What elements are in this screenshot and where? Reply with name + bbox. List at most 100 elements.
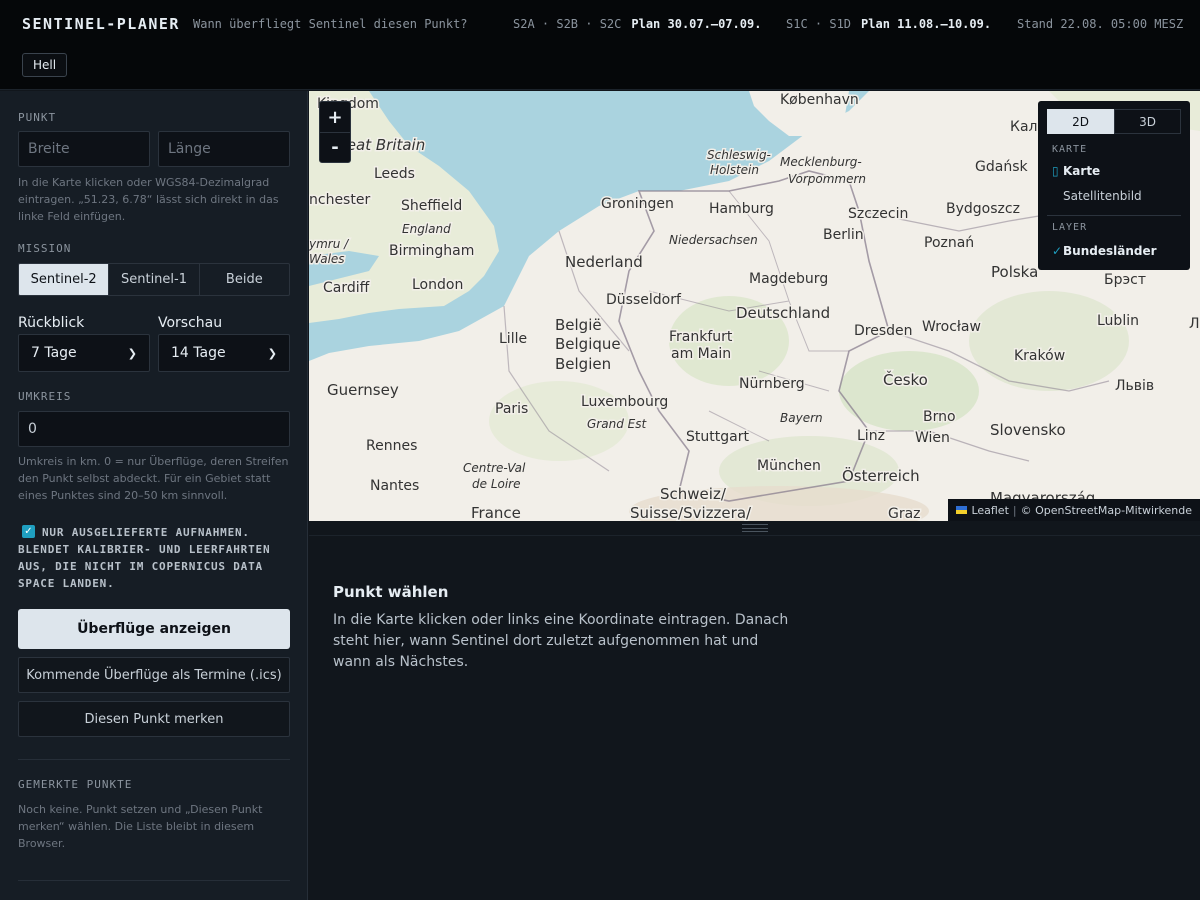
point-section-label: PUNKT [18,111,57,124]
map-label: Hamburg [709,201,774,217]
map-label: Брэст [1104,272,1146,288]
map-label: Львів [1115,378,1154,394]
save-point-button[interactable]: Diesen Punkt merken [18,701,290,737]
map-label: Holstein [710,163,759,177]
zoom-control: + - [319,101,351,163]
chevron-down-icon: ❯ [267,346,277,360]
point-hint: In die Karte klicken oder WGS84-Dezimalg… [18,176,279,223]
map-label: Nürnberg [739,376,805,392]
map-label: Лу [1189,316,1200,332]
chevron-down-icon: ❯ [127,346,137,360]
map-label: Poznań [924,235,974,251]
top-bar: SENTINEL-PLANER Wann überfliegt Sentinel… [0,0,1200,90]
layer-option-states[interactable]: ✓Bundesländer [1052,244,1157,258]
preview-select[interactable]: 14 Tage ❯ [158,334,290,372]
app-title: SENTINEL-PLANER [22,15,180,33]
map-label: München [757,458,821,474]
saved-points-hint: Noch keine. Punkt setzen und „Diesen Pun… [18,803,263,850]
map-label: Vorpommern [788,172,866,186]
basemap-option-label: Karte [1063,164,1101,178]
map-label: Bydgoszcz [946,201,1020,217]
view-2d-tab[interactable]: 2D [1047,109,1114,134]
map-label: Guernsey [327,381,399,399]
checkmark-icon: ✓ [1052,244,1063,258]
radius-input[interactable] [18,411,290,447]
latitude-input[interactable] [18,131,150,167]
mission-sentinel2-option[interactable]: Sentinel-2 [19,264,110,295]
map-label: Česko [883,370,928,389]
sentinel1-satellites: S1C · S1D [786,17,852,31]
map-label: Suisse/Svizzera/ [630,504,752,521]
map-view[interactable]: Kingdom København Great Britain Leeds nc… [309,91,1200,521]
sentinel2-plan-range: Plan 30.07.–07.09. [631,17,762,31]
mission-sentinel1-option[interactable]: Sentinel-1 [109,264,200,295]
map-label: Gdańsk [975,159,1028,175]
basemap-option-map[interactable]: ▯ Karte [1052,164,1100,178]
result-title: Punkt wählen [333,583,449,601]
map-label: Nederland [565,253,643,271]
longitude-input[interactable] [158,131,290,167]
show-overpasses-button[interactable]: Überflüge anzeigen [18,609,290,649]
ukraine-flag-icon [956,506,968,514]
map-label: Österreich [842,466,920,485]
map-label: Birmingham [389,243,474,259]
map-label: Graz [888,506,921,521]
basemap-option-satellite[interactable]: Satellitenbild [1063,189,1142,203]
map-label: Slovensko [990,421,1066,439]
map-label: ymru / [309,237,350,251]
map-label: Berlin [823,227,864,243]
map-label: nchester [309,192,370,208]
map-label: Luxembourg [581,394,668,410]
map-label: de Loire [472,477,521,491]
map-label: Paris [495,401,528,417]
map-label: Wien [915,430,950,446]
mission-both-option[interactable]: Beide [200,264,289,295]
delivered-only-option[interactable]: ✓ NUR AUSGELIEFERTE AUFNAHMEN. BLENDET K… [18,524,290,592]
map-label: België [555,316,602,334]
saved-points-label: GEMERKTE PUNKTE [18,778,133,791]
layer-panel: 2D 3D KARTE ▯ Karte Satellitenbild LAYER … [1038,101,1190,270]
map-label: Mecklenburg- [780,155,862,169]
attribution-suffix: -Mitwirkende [1121,503,1192,517]
sentinel2-satellites: S2A · S2B · S2C [513,17,622,31]
map-label: Belgique [555,335,621,353]
map-label: Deutschland [736,304,830,322]
lookback-select[interactable]: 7 Tage ❯ [18,334,150,372]
map-label: Leeds [374,166,415,182]
sentinel1-plan-info: S1C · S1D Plan 11.08.–10.09. [786,17,991,31]
map-label: Nantes [370,478,419,494]
divider [18,880,290,881]
map-label: Brno [923,409,956,425]
map-attribution: Leaflet | © OpenStreetMap -Mitwirkende [948,499,1200,521]
map-label: Düsseldorf [606,292,682,308]
export-ics-button[interactable]: Kommende Überflüge als Termine (.ics) [18,657,290,693]
app-tagline: Wann überfliegt Sentinel diesen Punkt? [193,17,468,31]
view-3d-tab[interactable]: 3D [1114,109,1181,134]
map-label: Kraków [1014,348,1065,364]
panel-resize-handle[interactable] [309,521,1200,536]
map-label: Wrocław [922,319,981,335]
preview-label: Vorschau [158,315,223,331]
basemap-label: KARTE [1052,144,1088,155]
map-label: France [471,504,521,521]
leaflet-link[interactable]: Leaflet [971,504,1008,517]
map-label: Schleswig- [707,148,771,162]
map-label: Cardiff [323,280,370,296]
map-label: København [780,92,859,108]
sentinel2-plan-info: S2A · S2B · S2C Plan 30.07.–07.09. [513,17,761,31]
map-label: Sheffield [401,198,462,214]
zoom-in-button[interactable]: + [320,102,350,132]
map-label: London [412,277,463,293]
theme-toggle-button[interactable]: Hell [22,53,68,77]
delivered-only-label: NUR AUSGELIEFERTE AUFNAHMEN. BLENDET KAL… [18,526,271,590]
sidebar: PUNKT In die Karte klicken oder WGS84-De… [0,91,308,900]
map-label: Bayern [780,411,823,425]
delivered-only-checkbox[interactable]: ✓ [22,525,35,538]
mission-selector: Sentinel-2 Sentinel-1 Beide [18,263,290,296]
osm-link[interactable]: © OpenStreetMap [1021,504,1122,517]
zoom-out-button[interactable]: - [320,132,350,162]
lookback-value: 7 Tage [31,345,77,361]
map-label: Schweiz/ [660,485,727,503]
grip-icon [742,524,768,532]
radio-selected-icon: ▯ [1052,164,1059,178]
